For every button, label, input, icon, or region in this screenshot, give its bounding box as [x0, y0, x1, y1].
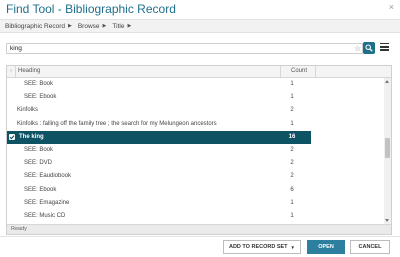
breadcrumb-item-bibliographic-record[interactable]: Bibliographic Record ▶: [5, 23, 72, 30]
sort-arrow-icon[interactable]: ↑: [7, 66, 16, 78]
caret-right-icon: ▶: [102, 23, 107, 29]
row-count: 1: [290, 94, 294, 101]
column-header-count-cell[interactable]: Count: [280, 66, 316, 78]
breadcrumb-item-browse[interactable]: Browse ▶: [78, 23, 107, 30]
table-row[interactable]: SEE: Eaudiobook 2: [7, 170, 311, 183]
table-row[interactable]: SEE: Book 2: [7, 144, 311, 157]
row-heading: The king: [19, 133, 44, 140]
row-count: 16: [288, 133, 296, 140]
window-titlebar: Find Tool - Bibliographic Record ×: [0, 0, 400, 17]
breadcrumb: Bibliographic Record ▶ Browse ▶ Title ▶: [0, 19, 400, 33]
row-count: 1: [290, 199, 294, 206]
search-icon: [365, 44, 373, 52]
column-header-count: Count: [290, 68, 307, 74]
add-to-record-set-button[interactable]: ADD TO RECORD SET ▼: [223, 240, 301, 254]
window-title: Find Tool - Bibliographic Record: [6, 2, 176, 16]
row-count: 2: [290, 107, 294, 114]
row-count: 1: [290, 81, 294, 87]
search-button[interactable]: [363, 42, 375, 54]
row-count: 1: [290, 213, 294, 219]
table-row[interactable]: SEE: Music CD 1: [7, 210, 311, 223]
breadcrumb-label: Bibliographic Record: [5, 22, 65, 30]
row-count: 2: [290, 160, 294, 167]
results-grid: ↑ Heading Count SEE: Book 1 SEE: Ebook 1 Kin…: [6, 65, 392, 235]
table-row[interactable]: Kinfolks 2: [7, 104, 311, 117]
row-heading: SEE: Book: [24, 81, 54, 87]
caret-down-icon: ▼: [290, 244, 296, 250]
footer-divider: [0, 236, 400, 237]
status-text: Ready: [11, 226, 27, 232]
row-heading: SEE: DVD: [24, 160, 53, 167]
caret-right-icon: ▶: [127, 23, 132, 29]
row-count: 2: [290, 173, 294, 180]
hamburger-menu-icon[interactable]: [380, 43, 389, 52]
row-heading: SEE: Music CD: [24, 213, 66, 219]
row-heading: SEE: Ebook: [24, 94, 57, 101]
grid-header: ↑ Heading Count: [7, 66, 391, 78]
table-row[interactable]: SEE: Ebook 1: [7, 91, 311, 104]
breadcrumb-label: Browse: [77, 22, 100, 30]
row-heading: SEE: Eaudiobook: [24, 173, 72, 180]
row-count: 2: [290, 147, 294, 153]
row-checkbox[interactable]: [9, 133, 15, 140]
table-row[interactable]: The king 16: [7, 130, 311, 144]
caret-right-icon: ▶: [67, 23, 72, 29]
scroll-down-arrow-icon[interactable]: [385, 219, 389, 222]
table-row[interactable]: SEE: Ebook 6: [7, 184, 311, 197]
close-icon[interactable]: ×: [389, 2, 394, 12]
row-heading: SEE: Book: [24, 147, 54, 153]
row-heading: SEE: Emagazine: [24, 199, 70, 206]
table-row[interactable]: SEE: Book 1: [7, 78, 311, 91]
add-to-record-set-label: ADD TO RECORD SET: [228, 244, 288, 250]
row-heading: Kinfolks: [17, 107, 39, 114]
grid-rows: SEE: Book 1 SEE: Ebook 1 Kinfolks 2 Kinfolks :…: [7, 78, 385, 224]
search-input[interactable]: [6, 43, 363, 54]
scroll-up-arrow-icon[interactable]: [385, 80, 389, 83]
cancel-button[interactable]: CANCEL: [350, 240, 390, 254]
table-row[interactable]: Kinfolks : falling off the family tree ;…: [7, 118, 311, 131]
row-heading: SEE: Ebook: [24, 186, 57, 193]
table-row[interactable]: SEE: Emagazine 1: [7, 197, 311, 210]
star-icon[interactable]: ☆: [354, 43, 361, 54]
breadcrumb-item-title[interactable]: Title ▶: [112, 23, 131, 30]
vertical-scrollbar[interactable]: [384, 78, 391, 224]
open-button[interactable]: OPEN: [307, 240, 345, 254]
breadcrumb-label: Title: [112, 22, 125, 30]
scroll-thumb[interactable]: [385, 138, 390, 158]
row-count: 1: [290, 120, 294, 127]
table-row[interactable]: SEE: DVD 2: [7, 157, 311, 170]
column-header-heading[interactable]: Heading: [18, 68, 40, 74]
row-count: 6: [290, 186, 294, 193]
checkmark-icon: [9, 135, 15, 140]
status-bar: Ready: [7, 224, 391, 234]
row-heading: Kinfolks : falling off the family tree ;…: [17, 120, 217, 127]
